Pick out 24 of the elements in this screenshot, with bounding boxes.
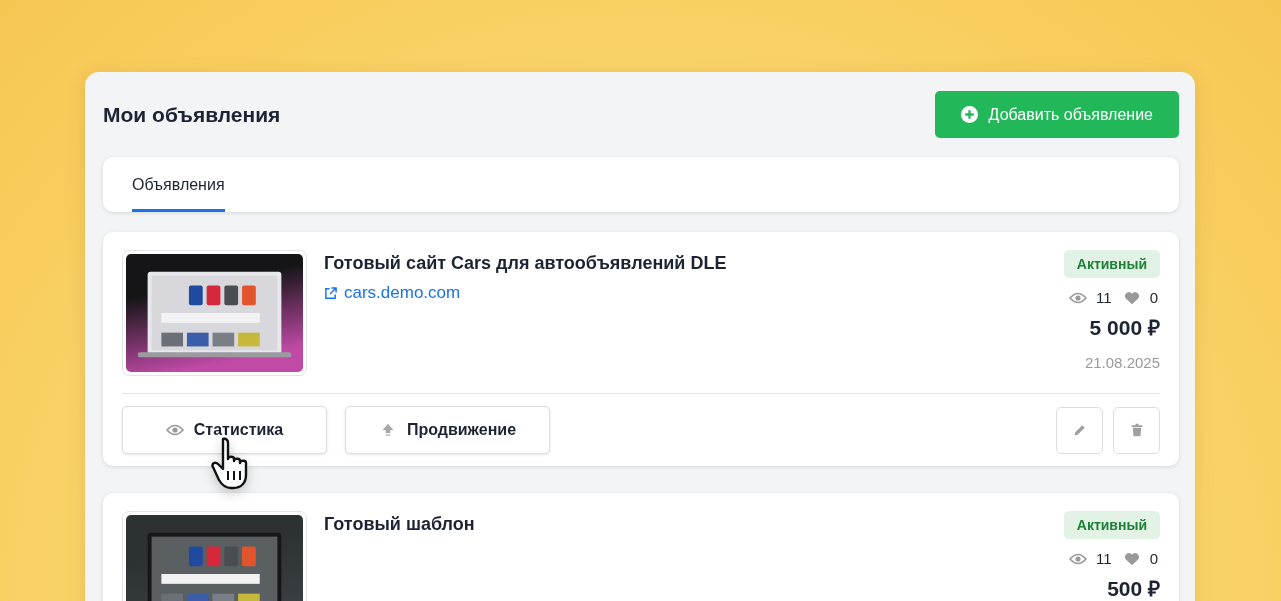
delete-button[interactable] <box>1113 406 1160 454</box>
external-link-icon <box>324 286 337 300</box>
price: 500 ₽ <box>1107 576 1160 601</box>
eye-icon <box>1069 290 1088 305</box>
plus-icon <box>960 106 978 123</box>
edit-button[interactable] <box>1056 406 1103 454</box>
eye-icon <box>165 423 184 437</box>
page-title: Мои объявления <box>103 102 281 127</box>
site-link[interactable]: cars.demo.com <box>324 283 1047 303</box>
views-count: 11 <box>1096 550 1112 567</box>
eye-icon <box>1069 551 1088 566</box>
listing-title: Готовый сайт Cars для автообъявлений DLE <box>324 253 728 274</box>
likes-count: 0 <box>1149 550 1158 567</box>
listing-title: Готовый шаблон <box>324 514 476 535</box>
status-badge: Активный <box>1063 511 1160 539</box>
listing-date: 21.08.2025 <box>1084 354 1160 371</box>
tab[interactable]: Объявления <box>132 157 225 212</box>
status-badge: Активный <box>1063 250 1160 278</box>
heart-icon <box>1122 551 1141 566</box>
likes-count: 0 <box>1149 289 1158 306</box>
promote-button[interactable]: Продвижение <box>345 406 550 454</box>
price: 5 000 ₽ <box>1089 315 1160 341</box>
views-count: 11 <box>1096 289 1112 306</box>
heart-icon <box>1122 290 1141 305</box>
